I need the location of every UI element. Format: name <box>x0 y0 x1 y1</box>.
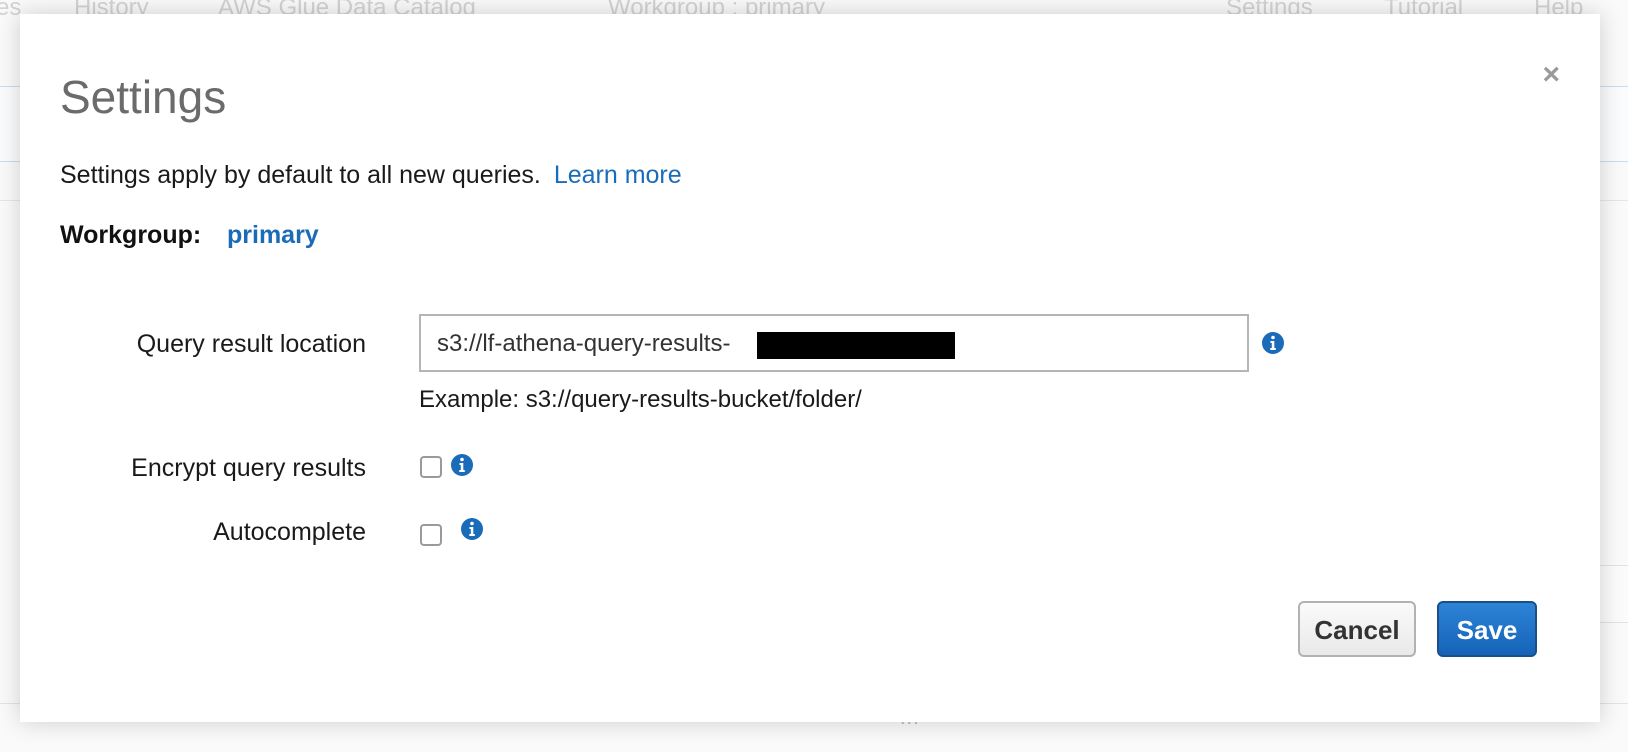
query-result-location-value: s3://lf-athena-query-results- <box>437 330 731 357</box>
cancel-button[interactable]: Cancel <box>1298 601 1416 657</box>
info-icon[interactable] <box>450 453 474 477</box>
encrypt-query-results-label: Encrypt query results <box>131 454 366 482</box>
info-icon[interactable] <box>1261 331 1285 355</box>
redaction-box <box>757 332 955 359</box>
info-icon[interactable] <box>460 517 484 541</box>
encrypt-query-results-checkbox[interactable] <box>420 456 442 478</box>
bg-nav-item-queries: es <box>0 0 22 21</box>
workgroup-link[interactable]: primary <box>227 221 319 250</box>
query-result-example: Example: s3://query-results-bucket/folde… <box>419 386 862 413</box>
autocomplete-checkbox[interactable] <box>420 524 442 546</box>
query-result-location-label: Query result location <box>136 330 366 358</box>
workgroup-label: Workgroup: <box>60 221 202 249</box>
autocomplete-label: Autocomplete <box>213 518 366 546</box>
save-button[interactable]: Save <box>1437 601 1537 657</box>
learn-more-link[interactable]: Learn more <box>554 161 682 189</box>
modal-title: Settings <box>60 71 227 123</box>
description-text: Settings apply by default to all new que… <box>60 161 541 189</box>
close-icon[interactable]: × <box>1542 60 1560 90</box>
modal-description: Settings apply by default to all new que… <box>60 161 682 190</box>
query-result-location-input[interactable]: s3://lf-athena-query-results- <box>419 314 1249 372</box>
